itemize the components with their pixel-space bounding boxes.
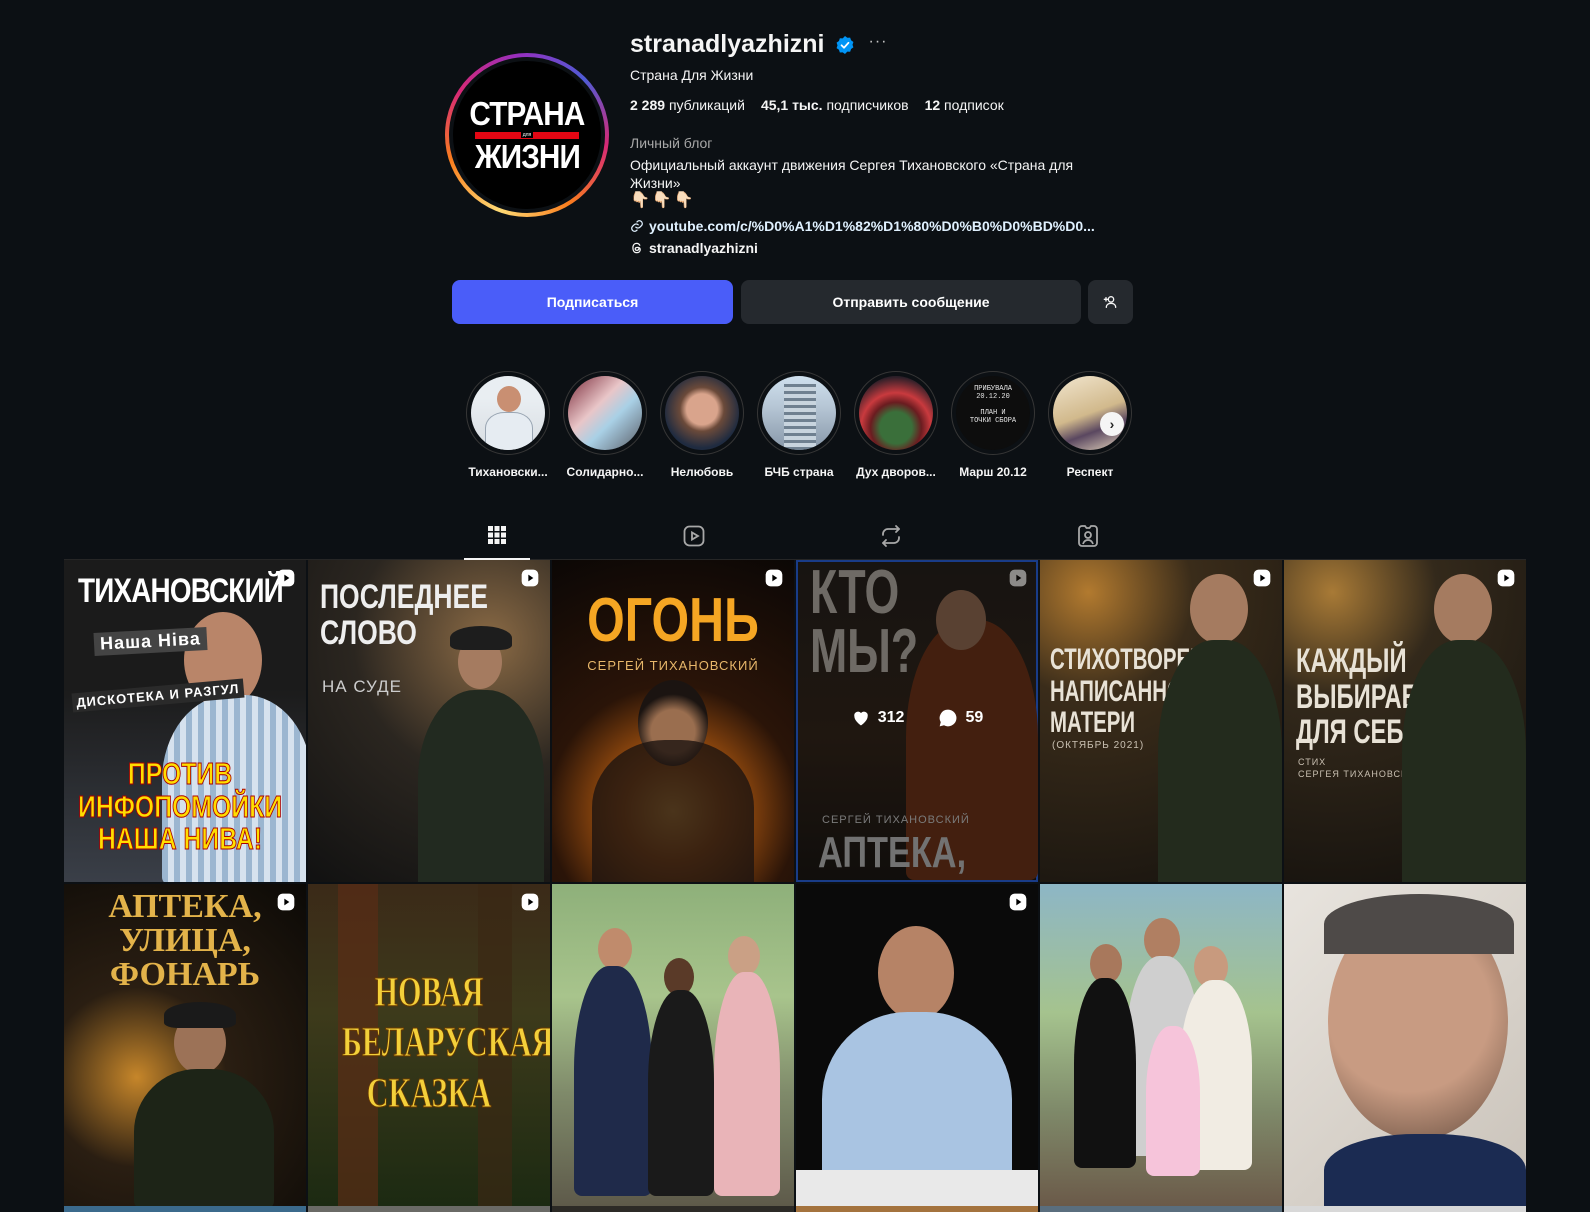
post-title: АПТЕКА, УЛИЦА, ФОНАРЬ: [108, 888, 262, 993]
highlight-cover: [762, 376, 836, 450]
highlight-label: Тихановски...: [468, 465, 548, 479]
post-title: НОВАЯ БЕЛАРУСКАЯ СКАЗКА: [341, 969, 550, 1117]
reel-icon: [1497, 569, 1515, 587]
highlight-label: Респект: [1066, 465, 1114, 479]
post-hover-stats: 312 59: [796, 708, 1038, 728]
reel-icon: [277, 893, 295, 911]
highlight-item[interactable]: Солидарно...: [563, 371, 647, 479]
story-highlights: Тихановски... Солидарно... Нелюбовь БЧБ …: [466, 371, 1132, 479]
posts-stat: 2 289 публикаций: [630, 97, 745, 113]
username-row: stranadlyazhizni ···: [630, 30, 887, 59]
username[interactable]: stranadlyazhizni: [630, 30, 825, 59]
post-tile[interactable]: НОВАЯ БЕЛАРУСКАЯ СКАЗКА: [308, 884, 550, 1206]
profile-stats: 2 289 публикаций 45,1 тыс. подписчиков 1…: [630, 97, 1004, 113]
repost-icon: [882, 525, 900, 547]
threads-icon: [632, 242, 641, 254]
reels-icon: [683, 525, 705, 547]
post-tile[interactable]: КТО МЫ? СЕРГЕЙ ТИХАНОВСКИЙ АПТЕКА, 312 5…: [796, 560, 1038, 882]
comments-count: 59: [938, 708, 983, 728]
avatar-text-line3: ЖИЗНИ: [474, 137, 580, 175]
reel-icon: [765, 569, 783, 587]
post-tile[interactable]: ОГОНЬ СЕРГЕЙ ТИХАНОВСКИЙ: [552, 560, 794, 882]
highlight-item[interactable]: Дух дворов...: [854, 371, 938, 479]
reel-icon: [521, 569, 539, 587]
tab-tagged[interactable]: [1055, 512, 1121, 560]
tab-reposts[interactable]: [858, 512, 924, 560]
send-message-button[interactable]: Отправить сообщение: [741, 280, 1081, 324]
highlight-cover: ПРИБУВАЛА 20.12.20 ПЛАН И ТОЧКИ СБОРА: [956, 376, 1030, 450]
highlight-item[interactable]: Нелюбовь: [660, 371, 744, 479]
post-tile[interactable]: СТИХОТВОРЕНИЕ, НАПИСАННОЕ МАТЕРИ (ОКТЯБР…: [1040, 560, 1282, 882]
add-person-icon: [1103, 296, 1116, 308]
comment-icon: [940, 709, 957, 727]
highlight-item[interactable]: Тихановски...: [466, 371, 550, 479]
post-tile[interactable]: ПОСЛЕДНЕЕ СЛОВО НА СУДЕ: [308, 560, 550, 882]
post-tile[interactable]: [552, 884, 794, 1206]
post-tile[interactable]: ТИХАНОВСКИЙ Наша Ніва ДИСКОТЕКА И РАЗГУЛ…: [64, 560, 306, 882]
reel-icon: [1253, 569, 1271, 587]
tagged-icon: [1078, 525, 1098, 547]
highlight-label: БЧБ страна: [764, 465, 834, 479]
more-options-icon[interactable]: ···: [869, 33, 888, 51]
highlight-label: Нелюбовь: [670, 465, 734, 479]
profile-link[interactable]: youtube.com/c/%D0%A1%D1%82%D1%80%D0%B0%D…: [630, 218, 1095, 234]
highlight-label: Солидарно...: [566, 465, 644, 479]
grid-icon: [488, 526, 506, 544]
profile-avatar[interactable]: СТРАНА для ЖИЗНИ: [445, 53, 609, 217]
post-tile[interactable]: [1284, 884, 1526, 1206]
threads-link[interactable]: stranadlyazhizni: [630, 240, 758, 256]
profile-category: Личный блог: [630, 135, 713, 151]
post-subtitle: НА СУДЕ: [322, 677, 402, 696]
link-icon: [631, 220, 643, 232]
highlight-item[interactable]: ПРИБУВАЛА 20.12.20 ПЛАН И ТОЧКИ СБОРА Ма…: [951, 371, 1035, 479]
profile-bio: Официальный аккаунт движения Сергея Тиха…: [630, 157, 1074, 191]
following-stat[interactable]: 12 подписок: [925, 97, 1004, 113]
suggested-accounts-button[interactable]: [1088, 280, 1133, 324]
threads-handle: stranadlyazhizni: [649, 240, 758, 256]
avatar-text-line1: СТРАНА: [469, 94, 585, 132]
highlight-item[interactable]: БЧБ страна: [757, 371, 841, 479]
post-subtitle: (ОКТЯБРЬ 2021): [1052, 740, 1145, 751]
profile-tabs: [64, 512, 1526, 560]
likes-count: 312: [851, 708, 904, 728]
post-tile[interactable]: [1040, 884, 1282, 1206]
posts-grid: ТИХАНОВСКИЙ Наша Ніва ДИСКОТЕКА И РАЗГУЛ…: [64, 560, 1526, 1206]
post-tile[interactable]: КАЖДЫЙ ВЫБИРАЕТ ДЛЯ СЕБЯ СТИХ СЕРГЕЯ ТИХ…: [1284, 560, 1526, 882]
reel-icon: [1009, 893, 1027, 911]
highlight-label: Дух дворов...: [856, 465, 936, 479]
highlight-cover-text: ПРИБУВАЛА 20.12.20 ПЛАН И ТОЧКИ СБОРА: [969, 385, 1017, 425]
highlight-cover: [665, 376, 739, 450]
bio-emojis: 👇🏻👇🏻👇🏻: [630, 192, 696, 209]
followers-stat[interactable]: 45,1 тыс. подписчиков: [761, 97, 909, 113]
follow-button[interactable]: Подписаться: [452, 280, 733, 324]
post-tile[interactable]: [796, 884, 1038, 1206]
post-title: ПРОТИВ ИНФОПОМОЙКИ НАША НИВА!: [78, 756, 283, 857]
highlight-label: Марш 20.12: [959, 465, 1027, 479]
highlights-next-arrow-icon[interactable]: ›: [1100, 412, 1124, 436]
profile-link-text: youtube.com/c/%D0%A1%D1%82%D1%80%D0%B0%D…: [649, 218, 1095, 234]
highlight-cover: [568, 376, 642, 450]
tab-reels[interactable]: [661, 512, 727, 560]
post-tile[interactable]: АПТЕКА, УЛИЦА, ФОНАРЬ: [64, 884, 306, 1206]
heart-icon: [854, 711, 868, 726]
next-row-peek: [64, 1206, 1526, 1212]
reel-icon: [521, 893, 539, 911]
reel-icon: [277, 569, 295, 587]
highlight-cover: [859, 376, 933, 450]
verified-badge-icon: [836, 35, 853, 54]
post-title: ОГОНЬ: [587, 586, 759, 655]
full-name: Страна Для Жизни: [630, 67, 754, 83]
tab-posts[interactable]: [464, 512, 530, 560]
post-subtitle: СЕРГЕЙ ТИХАНОВСКИЙ: [587, 658, 759, 673]
reel-icon: [1009, 569, 1027, 587]
highlight-cover: [471, 376, 545, 450]
post-title: ТИХАНОВСКИЙ: [78, 572, 284, 610]
